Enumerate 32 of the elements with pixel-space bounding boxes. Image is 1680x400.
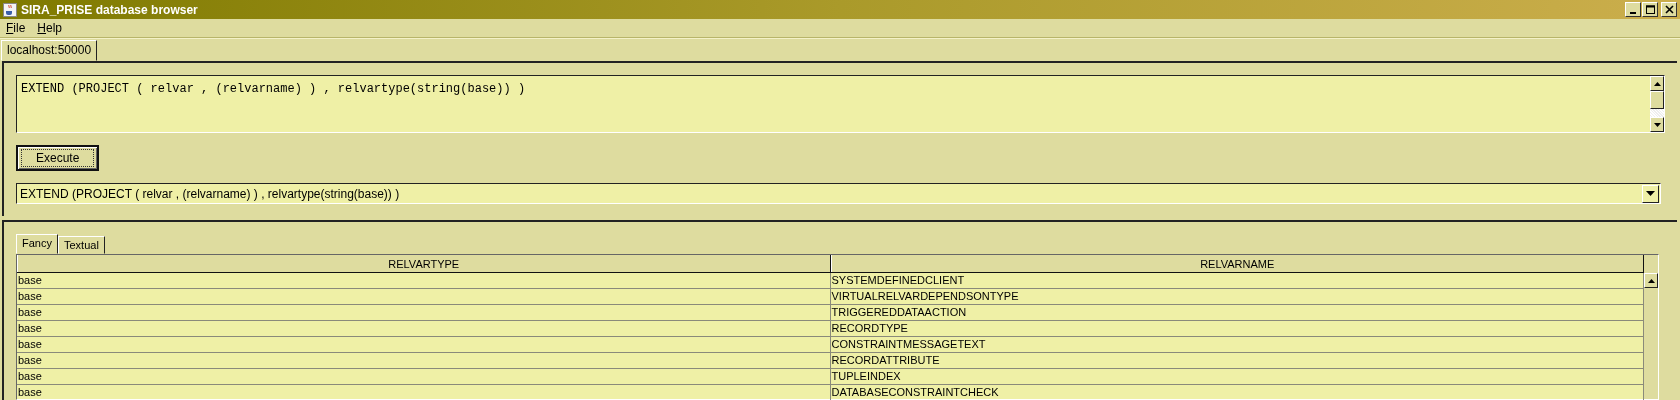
execute-button[interactable]: Execute	[16, 145, 100, 171]
result-tab[interactable]: Textual	[57, 236, 105, 254]
menu-item[interactable]: Help	[37, 21, 63, 35]
scrollbar-thumb[interactable]	[1650, 91, 1664, 109]
minimize-button[interactable]	[1625, 2, 1641, 17]
up-arrow-icon	[1653, 81, 1661, 86]
table-cell: base	[17, 353, 831, 368]
up-arrow-icon	[1647, 278, 1655, 283]
history-dropdown[interactable]: EXTEND (PROJECT ( relvar , (relvarname) ) , relvartype(string(base)) )	[16, 183, 1661, 204]
scrollbar[interactable]	[1650, 76, 1664, 132]
window-title: SIRA_PRISE database browser	[21, 2, 198, 17]
column-header[interactable]: RELVARTYPE	[17, 255, 831, 272]
table-cell: base	[17, 337, 831, 352]
maximize-icon	[1645, 5, 1655, 14]
close-button[interactable]	[1661, 2, 1677, 17]
table-cell: base	[17, 289, 831, 304]
down-arrow-icon	[1653, 122, 1661, 127]
result-tab[interactable]: Fancy	[16, 234, 58, 254]
scrollbar-track[interactable]	[1650, 109, 1664, 117]
query-field[interactable]: EXTEND (PROJECT ( relvar , (relvarname) ) , relvartype(string(base)) )	[16, 75, 1665, 133]
connection-tab[interactable]: localhost:50000	[1, 40, 98, 61]
close-icon	[1664, 5, 1674, 14]
coffee-cup-icon	[3, 2, 17, 17]
minimize-icon	[1630, 11, 1636, 14]
dropdown-arrow-icon	[1646, 191, 1655, 196]
table-cell: base	[17, 369, 831, 384]
maximize-button[interactable]	[1642, 2, 1658, 17]
table-cell: base	[17, 385, 831, 400]
menu-item[interactable]: File	[6, 21, 26, 35]
table-cell: base	[17, 273, 831, 288]
table-cell: base	[17, 321, 831, 336]
table-cell: base	[17, 305, 831, 320]
